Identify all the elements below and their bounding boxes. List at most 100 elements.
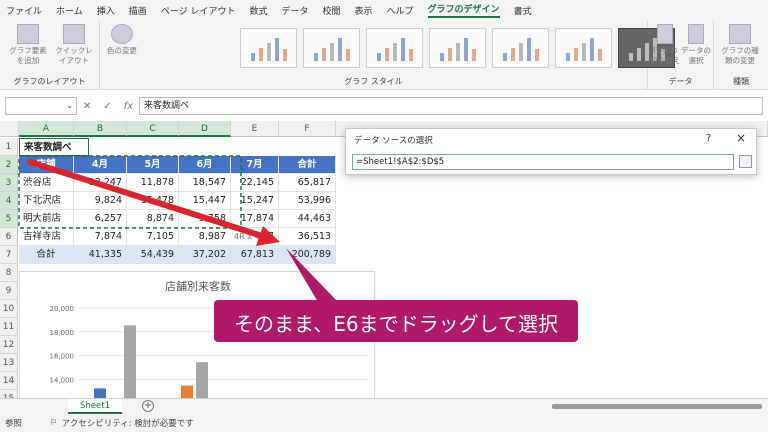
row-header-1[interactable]: 1	[0, 138, 18, 156]
row-header-6[interactable]: 6	[0, 228, 18, 246]
cell[interactable]: 来客数調べ	[19, 138, 89, 156]
cell[interactable]: 53,996	[279, 192, 336, 210]
change-chart-type-button[interactable]: グラフの種類の変更	[718, 24, 762, 66]
close-icon[interactable]: ×	[736, 131, 746, 145]
chart-style-thumb[interactable]	[366, 28, 423, 68]
cell[interactable]: 6,257	[74, 210, 127, 228]
select-all-corner[interactable]	[0, 121, 19, 137]
cell[interactable]: 13,247	[74, 174, 127, 192]
menu-tab-6[interactable]: データ	[281, 4, 308, 17]
cell[interactable]: 65,817	[279, 174, 336, 192]
cell[interactable]: 店舗	[19, 156, 74, 174]
menu-tab-5[interactable]: 数式	[249, 4, 267, 17]
bar[interactable]	[124, 325, 136, 403]
cell[interactable]: 15,247	[231, 192, 279, 210]
bar[interactable]	[196, 362, 208, 403]
menu-tab-8[interactable]: 表示	[355, 4, 373, 17]
row-header-3[interactable]: 3	[0, 174, 18, 192]
sheet-tab-sheet1[interactable]: Sheet1	[68, 399, 122, 414]
cell[interactable]: 15,478	[127, 192, 179, 210]
row-header-5[interactable]: 5	[0, 210, 18, 228]
cell[interactable]: 6月	[179, 156, 231, 174]
accessibility-icon[interactable]: ⚐	[50, 418, 58, 428]
cell[interactable]: 合計	[279, 156, 336, 174]
quick-layout-button[interactable]: クイックレイアウト	[52, 24, 96, 66]
cell[interactable]: 下北沢店	[19, 192, 74, 210]
menu-tab-2[interactable]: 挿入	[97, 4, 115, 17]
menu-tab-3[interactable]: 描画	[129, 4, 147, 17]
name-box[interactable]: ⌄	[5, 97, 77, 115]
row-header-12[interactable]: 12	[0, 336, 18, 354]
cell[interactable]: 44,463	[279, 210, 336, 228]
fx-icon[interactable]: fx	[124, 101, 133, 112]
menu-tab-4[interactable]: ページ レイアウト	[161, 4, 236, 17]
column-header-e[interactable]: E	[231, 121, 279, 137]
row-header-9[interactable]: 9	[0, 282, 18, 300]
row-header-10[interactable]: 10	[0, 300, 18, 318]
menu-tab-10[interactable]: グラフのデザイン	[427, 2, 500, 18]
switch-row-column-button[interactable]: 行/列の切り替え	[650, 24, 680, 66]
menu-tab-0[interactable]: ファイル	[6, 4, 42, 17]
cell[interactable]: 41,335	[74, 246, 127, 264]
row-header-11[interactable]: 11	[0, 318, 18, 336]
cell[interactable]: 36,513	[279, 228, 336, 246]
cell[interactable]: 15,447	[179, 192, 231, 210]
cell[interactable]: 54,439	[127, 246, 179, 264]
column-header-a[interactable]: A	[19, 121, 74, 137]
cell[interactable]: 8,987	[179, 228, 231, 246]
cell[interactable]: 11,878	[127, 174, 179, 192]
cell[interactable]: 4月	[74, 156, 127, 174]
horizontal-scrollbar[interactable]	[552, 404, 762, 409]
cell[interactable]: 吉祥寺店	[19, 228, 74, 246]
row-header-14[interactable]: 14	[0, 372, 18, 390]
add-sheet-icon[interactable]: +	[142, 400, 154, 412]
styles-group: 色の変更 グラフ スタイル	[100, 20, 675, 90]
cell[interactable]: 7月	[231, 156, 279, 174]
formula-input[interactable]: 来客数調べ	[139, 97, 763, 115]
change-color-button[interactable]: 色の変更	[100, 24, 144, 56]
help-icon[interactable]: ?	[706, 133, 711, 144]
chart-style-thumb[interactable]	[429, 28, 486, 68]
cell[interactable]: 渋谷店	[19, 174, 74, 192]
cell[interactable]: 8,874	[127, 210, 179, 228]
menu-tab-9[interactable]: ヘルプ	[387, 4, 414, 17]
row-header-2[interactable]: 2	[0, 156, 18, 174]
data-range-input[interactable]: =Sheet1!$A$2:$D$5	[352, 154, 734, 170]
row-header-8[interactable]: 8	[0, 264, 18, 282]
cell[interactable]: 18,547	[179, 174, 231, 192]
cell[interactable]: 明大前店	[19, 210, 74, 228]
row-header-4[interactable]: 4	[0, 192, 18, 210]
column-header-b[interactable]: B	[74, 121, 127, 137]
chart-style-thumb[interactable]	[240, 28, 297, 68]
cell[interactable]: 7,105	[127, 228, 179, 246]
cell[interactable]: 合計	[19, 246, 74, 264]
cell[interactable]: 5月	[127, 156, 179, 174]
menu-tab-11[interactable]: 書式	[514, 4, 532, 17]
check-icon[interactable]: ✓	[103, 101, 111, 112]
cell[interactable]: 17,874	[231, 210, 279, 228]
accessibility-status[interactable]: アクセシビリティ: 検討が必要です	[62, 417, 194, 429]
cell[interactable]: 7,874	[74, 228, 127, 246]
select-data-button[interactable]: データの選択	[681, 24, 711, 66]
chart-style-thumb[interactable]	[555, 28, 612, 68]
row-header-7[interactable]: 7	[0, 246, 18, 264]
expand-dialog-icon[interactable]	[739, 155, 752, 168]
menu-tab-1[interactable]: ホーム	[56, 4, 83, 17]
add-chart-element-button[interactable]: グラフ要素を追加	[6, 24, 50, 66]
column-header-f[interactable]: F	[279, 121, 336, 137]
cell[interactable]: 22,145	[231, 174, 279, 192]
menu-tab-7[interactable]: 校閲	[323, 4, 341, 17]
cell[interactable]: 9,824	[74, 192, 127, 210]
cancel-icon[interactable]: ✕	[83, 101, 91, 112]
cell[interactable]: 200,789	[279, 246, 336, 264]
cell[interactable]: 5,758	[179, 210, 231, 228]
chart-style-thumb[interactable]	[303, 28, 360, 68]
cell[interactable]: 37,202	[179, 246, 231, 264]
chart-style-thumb[interactable]	[492, 28, 549, 68]
column-header-c[interactable]: C	[127, 121, 179, 137]
cell[interactable]: 67,813	[231, 246, 279, 264]
thumb-bar	[574, 48, 578, 61]
row-header-13[interactable]: 13	[0, 354, 18, 372]
column-header-d[interactable]: D	[179, 121, 231, 137]
chevron-down-icon[interactable]: ⌄	[66, 101, 73, 110]
